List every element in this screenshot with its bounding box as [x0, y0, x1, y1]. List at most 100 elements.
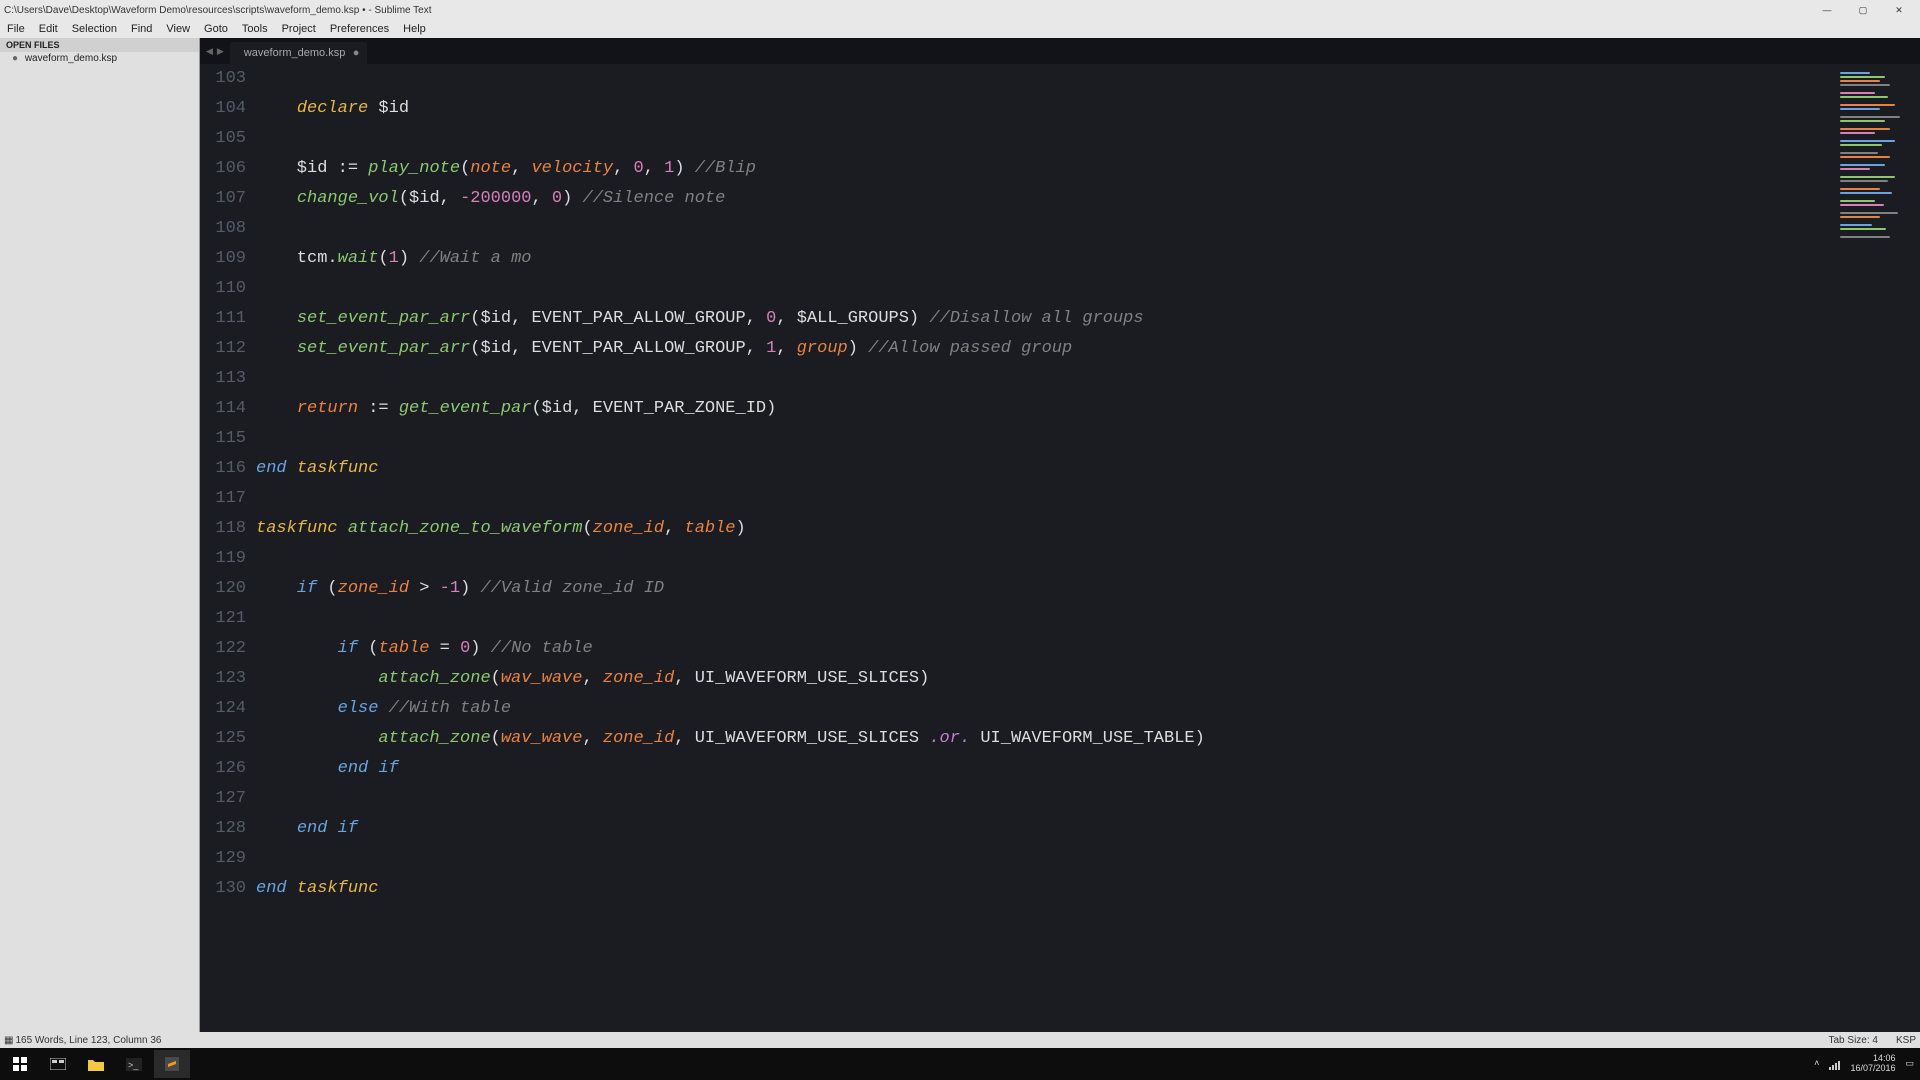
code-line[interactable] [256, 844, 1830, 874]
minimize-button[interactable]: — [1810, 2, 1844, 18]
code-line[interactable]: taskfunc attach_zone_to_waveform(zone_id… [256, 514, 1830, 544]
terminal-button[interactable]: >_ [116, 1050, 152, 1078]
svg-text:>_: >_ [128, 1060, 139, 1070]
status-tabsize[interactable]: Tab Size: 4 [1829, 1035, 1878, 1046]
minimap[interactable] [1830, 64, 1920, 1032]
menu-file[interactable]: File [0, 20, 32, 38]
line-number: 127 [200, 784, 246, 814]
minimap-line [1840, 84, 1890, 86]
file-explorer-button[interactable] [78, 1050, 114, 1078]
minimap-line [1840, 116, 1900, 118]
close-button[interactable]: ✕ [1882, 2, 1916, 18]
code-line[interactable]: declare $id [256, 94, 1830, 124]
minimap-line [1840, 132, 1875, 134]
tab-dirty-icon: ● [353, 47, 360, 59]
status-bar-icon[interactable]: ▦ [4, 1035, 13, 1046]
sublime-button[interactable] [154, 1050, 190, 1078]
line-number: 126 [200, 754, 246, 784]
minimap-line [1840, 128, 1890, 130]
code-line[interactable]: attach_zone(wav_wave, zone_id, UI_WAVEFO… [256, 724, 1830, 754]
minimap-line [1840, 180, 1888, 182]
code-line[interactable]: change_vol($id, -200000, 0) //Silence no… [256, 184, 1830, 214]
sublime-icon [165, 1057, 179, 1071]
code-line[interactable] [256, 604, 1830, 634]
tray-notifications-icon[interactable]: ▭ [1905, 1059, 1914, 1069]
minimap-line [1840, 140, 1895, 142]
status-syntax[interactable]: KSP [1896, 1035, 1916, 1046]
code-line[interactable]: attach_zone(wav_wave, zone_id, UI_WAVEFO… [256, 664, 1830, 694]
code-view[interactable]: 1031041051061071081091101111121131141151… [200, 64, 1920, 1032]
minimap-line [1840, 228, 1886, 230]
code-line[interactable] [256, 424, 1830, 454]
minimap-line [1840, 152, 1878, 154]
code-line[interactable] [256, 274, 1830, 304]
workspace: OPEN FILES waveform_demo.ksp ◀ ▶ wavefor… [0, 38, 1920, 1032]
menu-edit[interactable]: Edit [32, 20, 65, 38]
line-number: 117 [200, 484, 246, 514]
code-line[interactable]: set_event_par_arr($id, EVENT_PAR_ALLOW_G… [256, 334, 1830, 364]
sidebar-file[interactable]: waveform_demo.ksp [0, 52, 199, 65]
line-number: 113 [200, 364, 246, 394]
menu-find[interactable]: Find [124, 20, 159, 38]
minimap-line [1840, 92, 1875, 94]
tray-date: 16/07/2016 [1850, 1064, 1895, 1074]
editor-tab[interactable]: waveform_demo.ksp ● [230, 42, 368, 64]
code-line[interactable]: set_event_par_arr($id, EVENT_PAR_ALLOW_G… [256, 304, 1830, 334]
line-number: 104 [200, 94, 246, 124]
taskview-button[interactable] [40, 1050, 76, 1078]
tray-chevron-icon[interactable]: ˄ [1814, 1059, 1819, 1069]
line-number: 128 [200, 814, 246, 844]
sidebar-file-label: waveform_demo.ksp [25, 53, 117, 64]
folder-icon [88, 1058, 104, 1071]
code[interactable]: declare $id $id := play_note(note, veloc… [256, 64, 1830, 1032]
tray-network-icon[interactable] [1829, 1059, 1840, 1070]
status-bar: ▦ 165 Words, Line 123, Column 36 Tab Siz… [0, 1032, 1920, 1048]
line-number: 120 [200, 574, 246, 604]
tab-nav: ◀ ▶ [200, 38, 230, 64]
sidebar-header: OPEN FILES [0, 38, 199, 52]
window-controls: — ▢ ✕ [1810, 2, 1916, 18]
code-line[interactable]: return := get_event_par($id, EVENT_PAR_Z… [256, 394, 1830, 424]
minimap-line [1840, 224, 1872, 226]
code-line[interactable]: end if [256, 814, 1830, 844]
line-number: 106 [200, 154, 246, 184]
nav-forward-icon[interactable]: ▶ [217, 46, 224, 57]
code-line[interactable] [256, 364, 1830, 394]
start-button[interactable] [2, 1050, 38, 1078]
maximize-button[interactable]: ▢ [1846, 2, 1880, 18]
editor-area: ◀ ▶ waveform_demo.ksp ● 1031041051061071… [200, 38, 1920, 1032]
tab-bar: ◀ ▶ waveform_demo.ksp ● [200, 38, 1920, 64]
menu-view[interactable]: View [159, 20, 197, 38]
code-line[interactable] [256, 484, 1830, 514]
menu-project[interactable]: Project [275, 20, 323, 38]
code-line[interactable] [256, 214, 1830, 244]
tab-label: waveform_demo.ksp [244, 47, 346, 59]
menu-tools[interactable]: Tools [235, 20, 275, 38]
code-line[interactable] [256, 124, 1830, 154]
nav-back-icon[interactable]: ◀ [206, 46, 213, 57]
code-line[interactable]: tcm.wait(1) //Wait a mo [256, 244, 1830, 274]
menu-help[interactable]: Help [396, 20, 433, 38]
code-line[interactable]: if (zone_id > -1) //Valid zone_id ID [256, 574, 1830, 604]
code-line[interactable] [256, 784, 1830, 814]
code-line[interactable]: $id := play_note(note, velocity, 0, 1) /… [256, 154, 1830, 184]
line-number: 105 [200, 124, 246, 154]
code-line[interactable]: end if [256, 754, 1830, 784]
taskbar: >_ ˄ 14:06 16/07/2016 ▭ [0, 1048, 1920, 1080]
minimap-line [1840, 204, 1884, 206]
menu-preferences[interactable]: Preferences [323, 20, 396, 38]
code-line[interactable]: if (table = 0) //No table [256, 634, 1830, 664]
tray-clock[interactable]: 14:06 16/07/2016 [1850, 1054, 1895, 1074]
code-line[interactable] [256, 64, 1830, 94]
menu-goto[interactable]: Goto [197, 20, 235, 38]
line-number: 103 [200, 64, 246, 94]
code-line[interactable] [256, 544, 1830, 574]
line-number: 118 [200, 514, 246, 544]
taskview-icon [50, 1058, 66, 1070]
code-line[interactable]: else //With table [256, 694, 1830, 724]
line-number: 129 [200, 844, 246, 874]
code-line[interactable]: end taskfunc [256, 454, 1830, 484]
menu-selection[interactable]: Selection [65, 20, 124, 38]
code-line[interactable]: end taskfunc [256, 874, 1830, 904]
minimap-line [1840, 144, 1882, 146]
